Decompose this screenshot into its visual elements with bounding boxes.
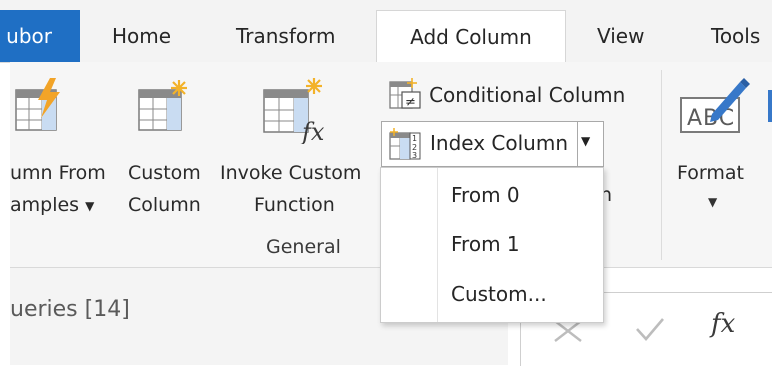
- check-icon[interactable]: [633, 315, 667, 343]
- truncated-icon: [768, 90, 772, 122]
- index-column-label: Index Column: [430, 131, 569, 155]
- svg-text:≠: ≠: [405, 95, 416, 110]
- index-column-icon: 1 2 3: [389, 128, 421, 160]
- queries-pane-title[interactable]: ueries [14]: [10, 297, 130, 322]
- sparkle-icon: [306, 78, 322, 94]
- menu-gutter: [437, 168, 438, 322]
- invoke-custom-function-label-2[interactable]: Function: [254, 189, 335, 221]
- invoke-custom-function-label-1[interactable]: Invoke Custom: [220, 157, 361, 189]
- invoke-custom-function-icon[interactable]: fx: [262, 76, 332, 144]
- menu-item-custom[interactable]: Custom...: [451, 282, 547, 306]
- column-from-examples-label-2[interactable]: amples ▼: [10, 189, 94, 222]
- group-divider: [661, 70, 662, 260]
- tab-transform[interactable]: Transform: [236, 10, 335, 62]
- split-divider: [577, 122, 578, 166]
- format-icon[interactable]: ABC: [678, 78, 750, 136]
- menu-item-from-1[interactable]: From 1: [451, 232, 520, 256]
- index-column-button[interactable]: 1 2 3 Index Column ▼: [381, 121, 604, 167]
- fx-icon[interactable]: fx: [711, 309, 735, 339]
- format-label[interactable]: Format: [677, 157, 744, 189]
- group-label-general: General: [266, 236, 341, 258]
- svg-text:1: 1: [412, 134, 417, 143]
- dropdown-arrow-icon[interactable]: ▼: [581, 134, 590, 148]
- menu-item-from-0[interactable]: From 0: [451, 183, 520, 207]
- tab-tools[interactable]: Tools: [711, 10, 760, 62]
- index-column-menu: From 0 From 1 Custom...: [380, 167, 604, 323]
- conditional-column-label: Conditional Column: [429, 83, 626, 107]
- dropdown-arrow-icon[interactable]: ▼: [708, 195, 717, 209]
- custom-column-label-1[interactable]: Custom: [128, 157, 201, 189]
- svg-text:3: 3: [412, 151, 417, 160]
- column-from-examples-icon[interactable]: [14, 78, 72, 136]
- column-from-examples-label-1[interactable]: umn From: [10, 157, 106, 189]
- tab-view[interactable]: View: [597, 10, 644, 62]
- column-from-examples-label-2-text: amples: [10, 194, 80, 216]
- dropdown-arrow-icon[interactable]: ▼: [85, 199, 94, 213]
- sparkle-icon: [171, 80, 187, 96]
- fx-icon: fx: [300, 118, 325, 144]
- custom-column-label-2[interactable]: Column: [128, 189, 201, 221]
- tab-add-column[interactable]: Add Column: [376, 10, 566, 64]
- tab-file-label: ubor: [6, 24, 52, 48]
- tab-file[interactable]: ubor: [0, 10, 80, 62]
- conditional-column-button[interactable]: ≠ Conditional Column: [388, 78, 625, 112]
- conditional-column-icon: ≠: [389, 78, 421, 110]
- ribbon-tab-bar: ubor Home Transform Add Column View Tool…: [0, 0, 772, 64]
- custom-column-icon[interactable]: [137, 78, 195, 136]
- tab-home[interactable]: Home: [112, 10, 171, 62]
